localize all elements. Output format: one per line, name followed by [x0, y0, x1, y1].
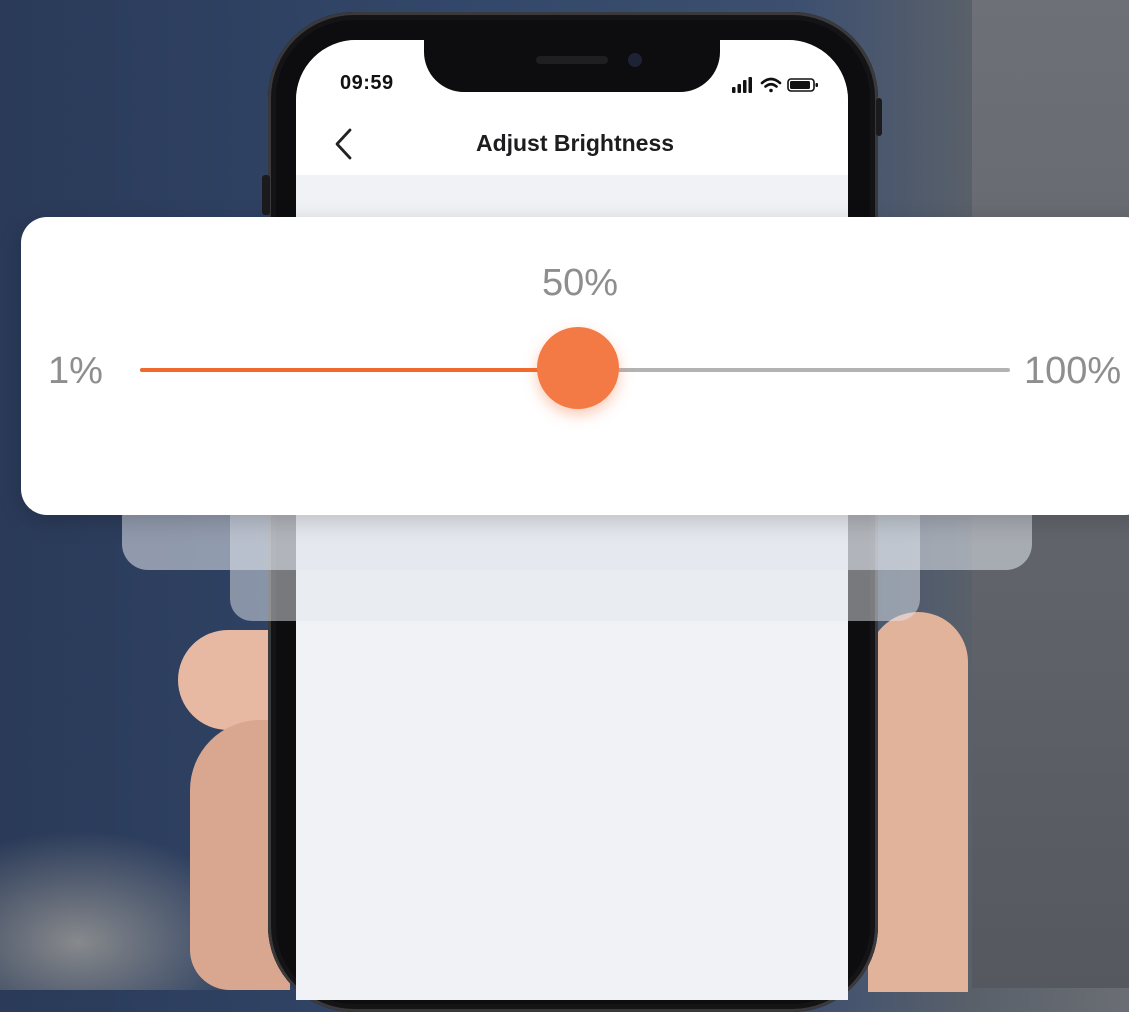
- slider-max-label: 100%: [1024, 350, 1122, 392]
- battery-icon: [787, 78, 818, 92]
- brightness-slider-thumb[interactable]: [537, 327, 619, 409]
- page-title: Adjust Brightness: [475, 130, 675, 156]
- speaker: [536, 56, 608, 64]
- camera: [628, 53, 642, 67]
- phone-side-button: [262, 175, 270, 215]
- back-button[interactable]: [330, 126, 358, 162]
- brightness-slider-fill: [140, 368, 578, 372]
- wifi-icon: [760, 77, 782, 93]
- right-thumb: [868, 612, 968, 992]
- phone-notch: [424, 26, 720, 92]
- status-icons: [732, 77, 818, 93]
- chevron-left-icon: [335, 128, 352, 160]
- status-time: 09:59: [340, 72, 394, 94]
- signal-icon: [732, 77, 752, 93]
- brightness-value: 50%: [541, 262, 619, 304]
- slider-min-label: 1%: [48, 350, 103, 392]
- phone-side-button: [876, 98, 882, 136]
